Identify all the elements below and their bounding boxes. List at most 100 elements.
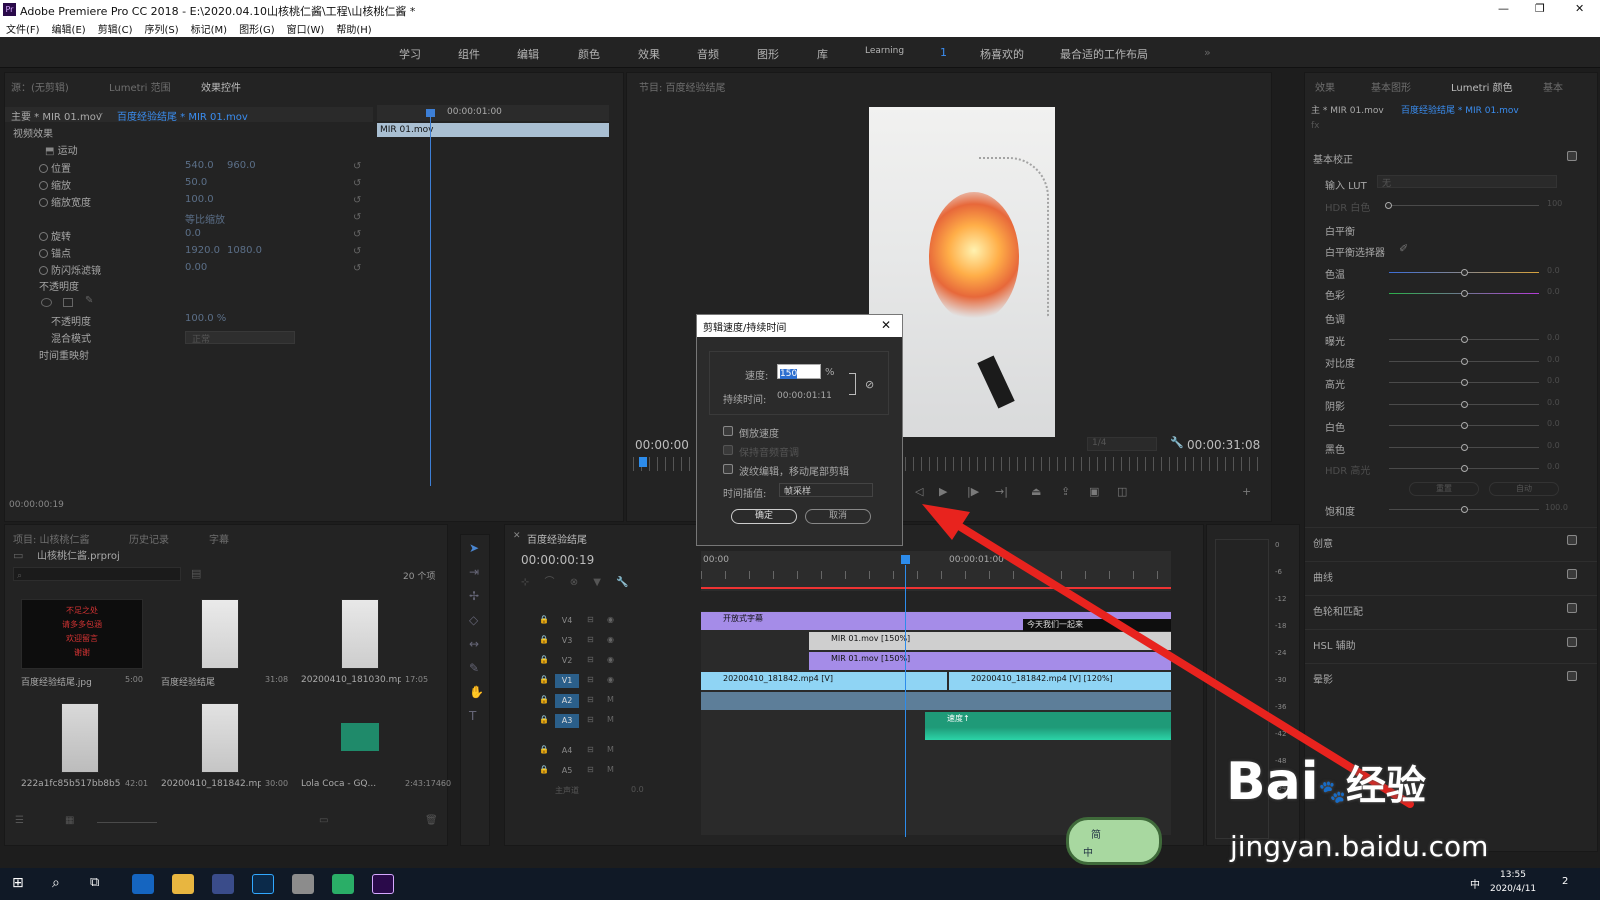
link-icon[interactable]: ⊘ [865,378,874,391]
master-clip-label[interactable]: 主要 * MIR 01.mov [11,108,102,123]
opacity-value[interactable]: 100.0 % [185,313,226,330]
property-value-1[interactable]: 0.00 [185,262,207,279]
ws-1[interactable]: 1 [940,46,947,59]
eye-icon[interactable]: ◉ [607,675,614,684]
clock-date[interactable]: 2020/4/11 [1490,884,1536,894]
track-label[interactable]: A4 [555,744,579,758]
tone-heading[interactable]: 色调 [1325,311,1345,326]
eyedropper-icon[interactable]: ✐ [1399,242,1408,255]
track-label[interactable]: V1 [555,674,579,688]
lumetri-section-heading[interactable]: 色轮和匹配 [1313,603,1363,618]
ws-libraries[interactable]: 库 [817,46,828,62]
program-playhead[interactable] [639,457,647,467]
reset-icon[interactable]: ↺ [353,246,361,257]
property-value-1[interactable]: 100.0 [185,194,214,211]
property-value-1[interactable]: 540.0 [185,160,214,177]
stopwatch-icon[interactable] [39,249,48,258]
step-forward-icon[interactable]: |▶ [967,485,979,498]
premiere-taskbar-icon[interactable] [372,874,394,894]
clip-a2-audio[interactable] [701,692,1171,710]
lumetri-sequence-clip[interactable]: 百度经验结尾 * MIR 01.mov [1401,103,1519,116]
tab-program[interactable]: 节目: 百度经验结尾 [639,79,726,94]
timeline-ruler[interactable]: 00:00 00:00:01:00 [701,551,1171,591]
slip-tool-icon[interactable]: ↔ [469,637,479,651]
tone-slider-knob[interactable] [1461,336,1468,343]
master-track-value[interactable]: 0.0 [631,785,644,794]
camera-icon[interactable]: ▣ [1089,485,1099,498]
menu-graphics[interactable]: 图形(G) [239,21,275,36]
mute-icon[interactable]: M [607,715,614,724]
stopwatch-icon[interactable] [39,198,48,207]
pen-tool-icon[interactable]: ✎ [469,661,479,675]
tone-slider-value[interactable]: 0.0 [1547,355,1560,364]
ripple-tool-icon[interactable]: ✢ [469,589,479,603]
wb-slider-knob[interactable] [1461,290,1468,297]
hdr-white-value[interactable]: 100 [1547,199,1562,208]
ws-learn[interactable]: 学习 [399,46,421,62]
thumbnail-181030[interactable] [341,599,379,669]
mini-clip-bar[interactable]: MIR 01.mov [377,123,609,137]
restore-button[interactable]: ❐ [1535,2,1545,15]
reset-button[interactable]: 重置 [1409,482,1479,496]
sync-lock-icon[interactable]: ⊟ [587,635,594,644]
lumetri-section-heading[interactable]: 曲线 [1313,569,1333,584]
wb-slider-value[interactable]: 0.0 [1547,266,1560,275]
opacity-effect[interactable]: 不透明度 [39,278,79,295]
app-icon[interactable] [292,874,314,894]
project-item-name[interactable]: 百度经验结尾.jpg [21,675,92,688]
timeline-playhead[interactable] [905,565,906,837]
lock-icon[interactable]: 🔒 [539,675,549,684]
ws-effects[interactable]: 效果 [638,46,660,62]
tab-sequence[interactable]: 百度经验结尾 [527,531,587,546]
sync-lock-icon[interactable]: ⊟ [587,615,594,624]
tab-effect-controls[interactable]: 效果控件 [201,79,241,94]
clip-v2-mir[interactable]: MIR 01.mov [150%] [809,652,1171,670]
tone-slider-value[interactable]: 0.0 [1547,398,1560,407]
lock-icon[interactable]: 🔒 [539,655,549,664]
zoom-select[interactable]: 1/4 [1087,437,1157,451]
tab-effects[interactable]: 效果 [1315,79,1335,94]
hdr-white-knob[interactable] [1385,202,1392,209]
clock-time[interactable]: 13:55 [1500,870,1526,880]
mute-icon[interactable]: M [607,695,614,704]
razor-tool-icon[interactable]: ◇ [469,613,478,627]
wb-slider-value[interactable]: 0.0 [1547,287,1560,296]
clip-a3-music[interactable]: 速度↑ [925,712,1171,740]
compare-icon[interactable]: ◫ [1117,485,1127,498]
property-value-2[interactable]: 960.0 [227,160,256,177]
lock-icon[interactable]: 🔒 [539,765,549,774]
saturation-knob[interactable] [1461,506,1468,513]
lock-icon[interactable]: 🔒 [539,745,549,754]
time-interpolation-select[interactable]: 帧采样 [779,483,873,497]
ime-indicator[interactable]: 中 [1470,876,1480,891]
play-icon[interactable]: ▶ [939,485,947,498]
tone-slider-knob[interactable] [1461,465,1468,472]
minimize-button[interactable]: — [1498,2,1509,15]
project-item-name[interactable]: 222a1fc85b517bb8b5... [21,779,121,789]
lumetri-section-heading[interactable]: 创意 [1313,535,1333,550]
thumbnail-181842[interactable] [201,703,239,773]
menu-sequence[interactable]: 序列(S) [144,21,178,36]
ime-widget[interactable]: 简 中 [1066,817,1162,865]
property-value-2[interactable]: 1080.0 [227,245,262,262]
sync-lock-icon[interactable]: ⊟ [587,765,594,774]
reset-icon[interactable]: ↺ [353,229,361,240]
tone-slider-value[interactable]: 0.0 [1547,441,1560,450]
lumetri-section-heading[interactable]: 晕影 [1313,671,1333,686]
new-bin-icon[interactable]: ▤ [191,567,201,580]
blend-mode-select[interactable]: 正常 [185,331,295,345]
track-label[interactable]: V2 [555,654,579,668]
thumbnail-222a1fc[interactable] [61,703,99,773]
reset-icon[interactable]: ↺ [353,161,361,172]
browser-icon[interactable] [132,874,154,894]
sync-lock-icon[interactable]: ⊟ [587,675,594,684]
menu-edit[interactable]: 编辑(E) [52,21,86,36]
tone-slider-value[interactable]: 0.0 [1547,333,1560,342]
saturation-value[interactable]: 100.0 [1545,503,1568,512]
lock-icon[interactable]: 🔒 [539,695,549,704]
reset-icon[interactable]: ↺ [353,178,361,189]
zoom-slider[interactable] [97,822,157,823]
mute-icon[interactable]: M [607,765,614,774]
clip-v1-a[interactable]: 20200410_181842.mp4 [V] [701,672,947,690]
project-item-name[interactable]: 20200410_181030.mp4 [301,675,401,685]
